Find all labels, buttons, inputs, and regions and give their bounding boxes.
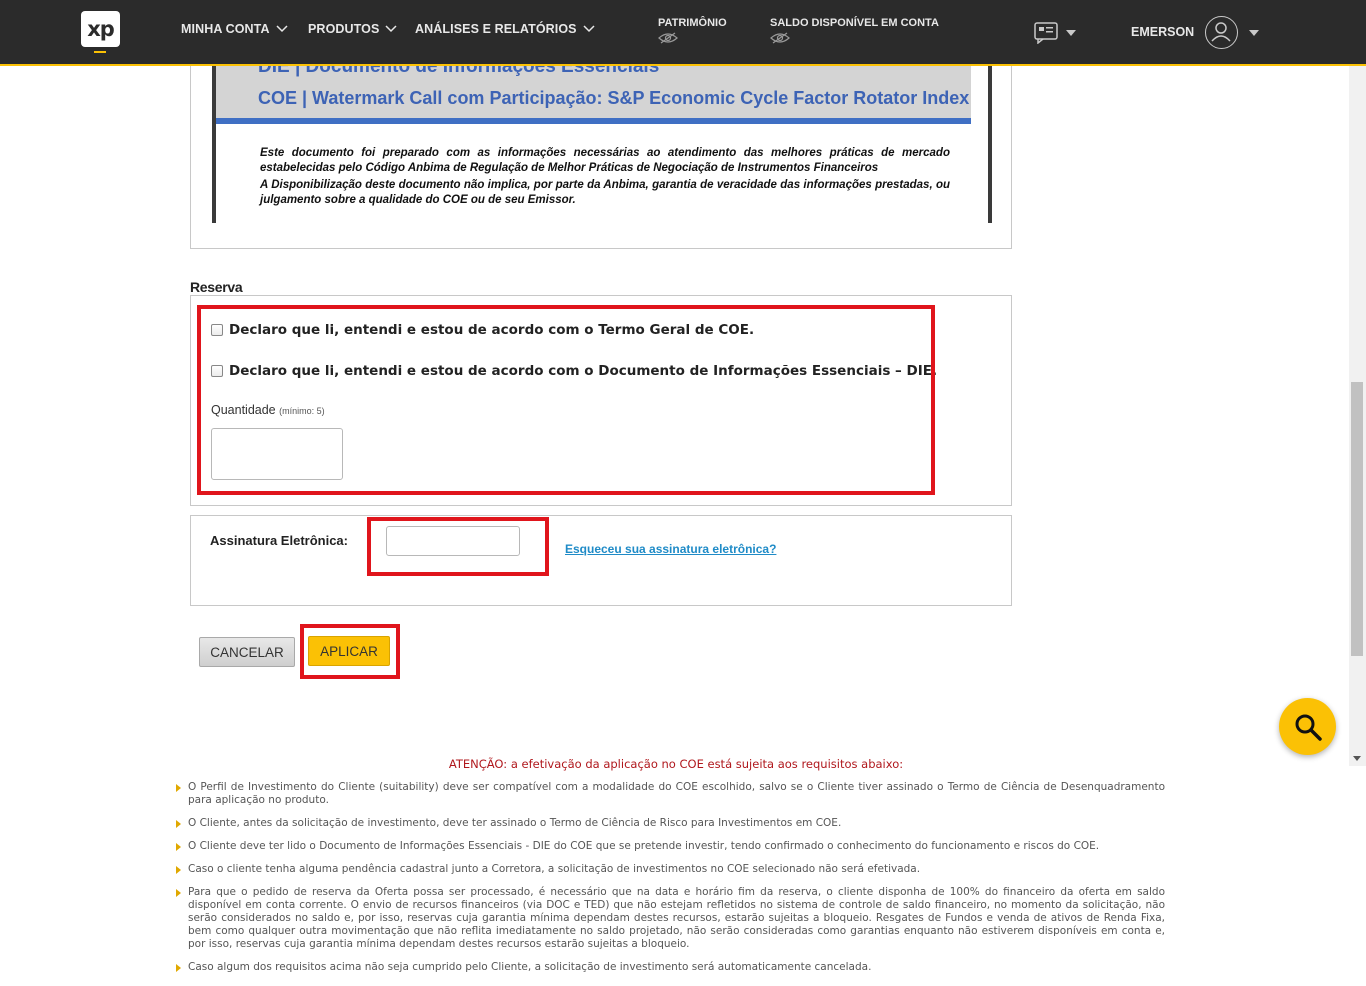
checkbox-row-die[interactable]: Declaro que li, entendi e estou de acord…: [211, 363, 937, 379]
caret-down-icon[interactable]: [1066, 30, 1076, 36]
quantity-label-text: Quantidade: [211, 403, 276, 417]
bullet-arrow-icon: [176, 784, 181, 792]
document-paragraph: Este documento foi preparado com as info…: [260, 147, 950, 174]
nav-minha-conta[interactable]: MINHA CONTA: [181, 22, 288, 36]
page: xp MINHA CONTA PRODUTOS ANÁLISES E RELAT…: [0, 0, 1366, 986]
quantity-input[interactable]: [211, 428, 343, 480]
signature-label: Assinatura Eletrônica:: [210, 533, 348, 548]
scroll-down-arrow-icon[interactable]: [1353, 756, 1361, 761]
forgot-signature-link[interactable]: Esqueceu sua assinatura eletrônica?: [565, 542, 776, 556]
caret-down-icon[interactable]: [1249, 30, 1259, 36]
search-button[interactable]: [1279, 698, 1336, 755]
signature-box: [190, 515, 1012, 606]
patrimonio-balance[interactable]: PATRIMÔNIO: [658, 17, 727, 44]
user-icon: [1211, 22, 1231, 42]
patrimonio-label: PATRIMÔNIO: [658, 17, 727, 29]
checkbox-termo-geral-label[interactable]: Declaro que li, entendi e estou de acord…: [229, 322, 754, 338]
saldo-disponivel-balance[interactable]: SALDO DISPONÍVEL EM CONTA: [770, 17, 939, 44]
document-header: DIE | Documento de Informações Essenciai…: [216, 66, 971, 118]
nav-produtos[interactable]: PRODUTOS: [308, 22, 397, 36]
cancel-button[interactable]: CANCELAR: [199, 637, 295, 667]
saldo-label: SALDO DISPONÍVEL EM CONTA: [770, 17, 939, 29]
nav-produtos-label: PRODUTOS: [308, 22, 380, 36]
eye-hidden-icon[interactable]: [770, 32, 790, 44]
document-die-title: DIE | Documento de Informações Essenciai…: [258, 66, 660, 77]
user-name[interactable]: EMERSON: [1131, 25, 1194, 39]
document-panel: DIE | Documento de Informações Essenciai…: [190, 66, 1012, 249]
logo-underline: [94, 51, 106, 53]
nav-analises-label: ANÁLISES E RELATÓRIOS: [415, 22, 577, 36]
chevron-down-icon: [276, 25, 288, 33]
chevron-down-icon: [583, 25, 595, 33]
xp-logo[interactable]: xp: [81, 11, 120, 47]
bullet-arrow-icon: [176, 889, 181, 897]
requirement-item: O Perfil de Investimento do Cliente (sui…: [188, 781, 1165, 806]
bullet-arrow-icon: [176, 964, 181, 972]
document-coe-title: COE | Watermark Call com Participação: S…: [258, 88, 970, 108]
nav-minha-conta-label: MINHA CONTA: [181, 22, 270, 36]
search-icon: [1295, 714, 1322, 741]
apply-button[interactable]: APLICAR: [308, 636, 390, 666]
section-title-reserva: Reserva: [190, 279, 243, 295]
nav-analises-relatorios[interactable]: ANÁLISES E RELATÓRIOS: [415, 22, 595, 36]
signature-input[interactable]: [386, 526, 520, 556]
attention-title: ATENÇÃO: a efetivação da aplicação no CO…: [448, 757, 904, 771]
chevron-down-icon: [385, 25, 397, 33]
quantity-label: Quantidade (mínimo: 5): [211, 403, 325, 417]
scrollbar-thumb[interactable]: [1351, 382, 1363, 656]
page-scrollbar[interactable]: [1349, 66, 1366, 766]
bullet-arrow-icon: [176, 820, 181, 828]
checkbox-die[interactable]: [211, 365, 223, 377]
bullet-arrow-icon: [176, 866, 181, 874]
requirement-item: Para que o pedido de reserva da Oferta p…: [188, 886, 1165, 950]
requirement-item: O Cliente, antes da solicitação de inves…: [188, 817, 842, 829]
document-viewer[interactable]: DIE | Documento de Informações Essenciai…: [212, 66, 992, 223]
requirement-item: Caso algum dos requisitos acima não seja…: [188, 961, 872, 973]
top-navbar: xp MINHA CONTA PRODUTOS ANÁLISES E RELAT…: [0, 0, 1366, 66]
quantity-min-hint: (mínimo: 5): [279, 406, 325, 416]
requirement-item: O Cliente deve ter lido o Documento de I…: [188, 840, 1100, 852]
checkbox-row-termo-geral[interactable]: Declaro que li, entendi e estou de acord…: [211, 322, 754, 338]
requirement-item: Caso o cliente tenha alguma pendência ca…: [188, 863, 921, 875]
document-paragraph: A Disponibilização deste documento não i…: [260, 179, 950, 206]
avatar[interactable]: [1205, 16, 1238, 49]
eye-hidden-icon[interactable]: [658, 32, 678, 44]
checkbox-die-label[interactable]: Declaro que li, entendi e estou de acord…: [229, 363, 937, 379]
checkbox-termo-geral[interactable]: [211, 324, 223, 336]
document-divider: [216, 118, 971, 124]
bullet-arrow-icon: [176, 843, 181, 851]
chat-icon[interactable]: [1034, 22, 1058, 44]
